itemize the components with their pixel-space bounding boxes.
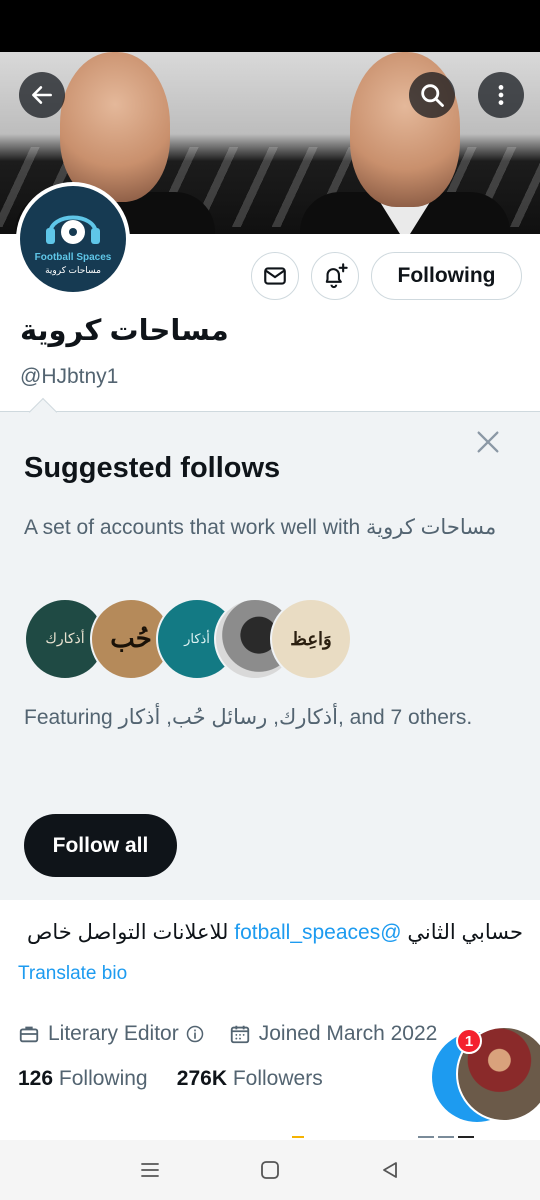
avatar-brand-arabic: مساحات كروية <box>45 265 101 275</box>
profile-name: مساحات كروية <box>20 315 229 347</box>
suggested-avatar-2-label: حُب <box>110 624 152 654</box>
featuring-text: Featuring أذكارك, رسائل حُب, أذكار, and … <box>24 706 473 729</box>
more-vertical-icon <box>498 85 504 105</box>
suggested-follows-title: Suggested follows <box>24 452 281 484</box>
notification-badge: 1 <box>456 1028 482 1054</box>
followed-by-row <box>18 1128 498 1138</box>
spaces-fab[interactable]: 1 <box>432 1026 540 1122</box>
category-text: Literary Editor <box>48 1022 179 1045</box>
following-count-label: Following <box>58 1067 148 1090</box>
profile-bio: حسابي الثاني @fotball_speaces للاعلانات … <box>18 920 523 945</box>
bio-mention-link[interactable]: @fotball_speaces <box>234 921 401 944</box>
following-count: 126 <box>18 1067 54 1090</box>
following-button[interactable]: Following <box>371 252 522 300</box>
follow-counts: 126 Following 276K Followers <box>18 1067 323 1091</box>
home-icon[interactable] <box>258 1158 282 1182</box>
briefcase-icon <box>19 1026 39 1043</box>
recent-apps-icon[interactable] <box>138 1158 162 1182</box>
suggested-follows-description: A set of accounts that work well with مس… <box>24 516 497 539</box>
suggested-avatars[interactable]: أذكارك حُب أذكار وَاعِظ <box>24 598 354 680</box>
calendar-icon <box>230 1025 249 1044</box>
notifications-button[interactable] <box>311 252 359 300</box>
message-button[interactable] <box>251 252 299 300</box>
system-navigation-bar <box>0 1140 540 1200</box>
info-icon[interactable] <box>185 1024 205 1044</box>
suggested-avatar-3-label: أذكار <box>184 631 210 647</box>
profile-meta: Literary Editor Joined March 2022 <box>18 1019 453 1049</box>
bio-text-before: حسابي الثاني <box>401 921 523 944</box>
suggested-avatar-5[interactable]: وَاعِظ <box>270 598 352 680</box>
suggested-avatar-5-label: وَاعِظ <box>290 628 332 650</box>
joined-item: Joined March 2022 <box>229 1022 438 1046</box>
avatar-brand-english: Football Spaces <box>34 252 112 263</box>
status-bar <box>0 0 540 52</box>
translate-bio-link[interactable]: Translate bio <box>18 963 127 985</box>
avatar: Football Spaces مساحات كروية <box>20 186 126 292</box>
followers-count-link[interactable]: 276K Followers <box>177 1067 323 1090</box>
back-button[interactable] <box>19 72 65 118</box>
close-icon <box>477 431 499 453</box>
followers-count-label: Followers <box>232 1067 323 1090</box>
more-options-button[interactable] <box>478 72 524 118</box>
banner-face-left <box>60 52 170 202</box>
headphones-disc-icon <box>46 215 100 244</box>
search-icon <box>421 84 444 107</box>
joined-text: Joined March 2022 <box>258 1022 438 1045</box>
followed-by-avatars <box>292 1136 474 1138</box>
profile-handle: @HJbtny1 <box>20 365 119 388</box>
arrow-left-icon <box>32 86 52 104</box>
back-nav-icon[interactable] <box>378 1158 402 1182</box>
category-item: Literary Editor <box>18 1022 213 1046</box>
suggested-avatar-1-label: أذكارك <box>45 631 85 647</box>
bio-text-after: للاعلانات التواصل خاص <box>27 921 235 944</box>
follow-all-button[interactable]: Follow all <box>24 814 177 877</box>
following-count-link[interactable]: 126 Following <box>18 1067 148 1090</box>
profile-avatar[interactable]: Football Spaces مساحات كروية <box>16 182 130 296</box>
followers-count: 276K <box>176 1067 227 1090</box>
close-suggestions-button[interactable] <box>474 428 502 456</box>
bell-plus-icon <box>325 263 348 289</box>
search-button[interactable] <box>409 72 455 118</box>
envelope-icon <box>264 267 286 285</box>
